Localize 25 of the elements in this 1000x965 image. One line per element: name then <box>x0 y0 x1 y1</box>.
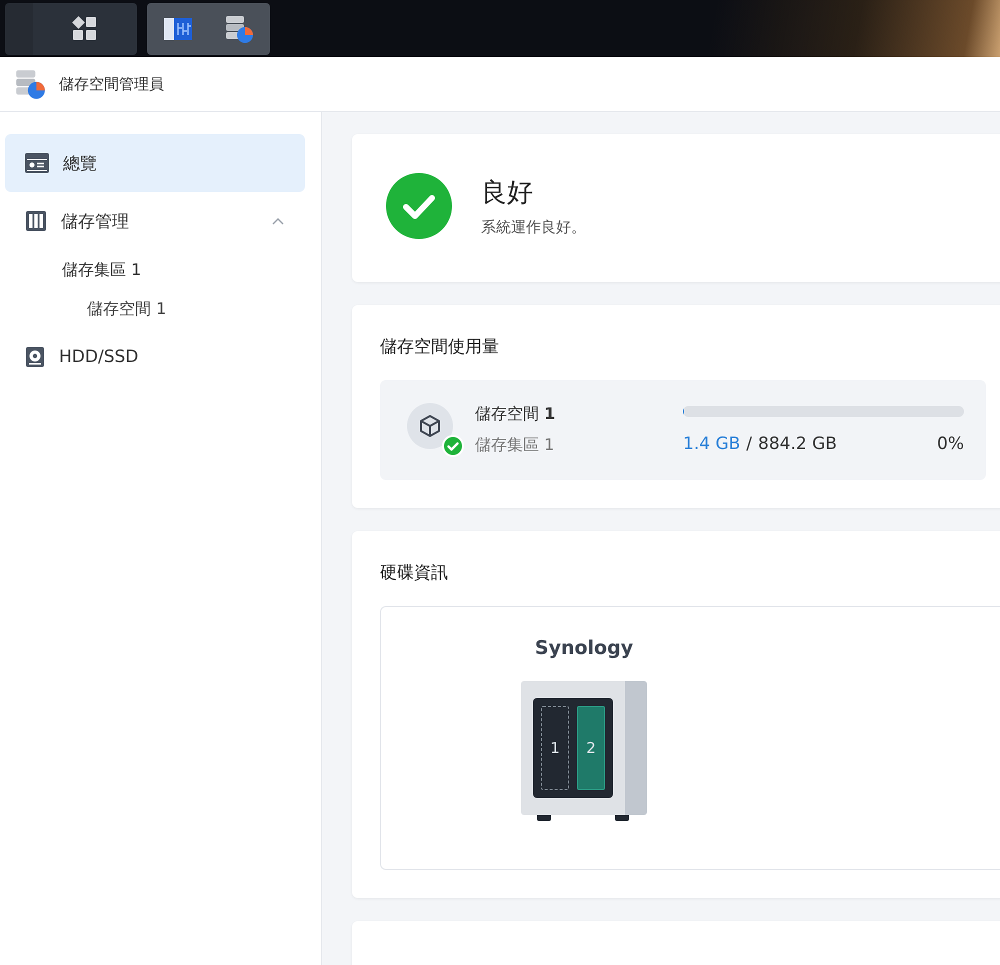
sidebar-item[interactable]: 總覽 <box>5 134 305 192</box>
size-separator: / <box>746 434 752 454</box>
sidebar-item[interactable]: 儲存空間 1 <box>5 290 305 328</box>
database-pie-icon <box>13 67 47 101</box>
drive-bay[interactable]: 2 <box>577 706 605 790</box>
usage-percent: 0% <box>937 434 964 454</box>
columns-icon <box>25 210 47 232</box>
database-pie-icon <box>223 14 256 44</box>
main-menu-button[interactable] <box>5 2 137 54</box>
section-title: 儲存空間使用量 <box>380 336 500 358</box>
sidebar-item[interactable]: 儲存集區 1 <box>5 250 305 290</box>
pool-name: 儲存集區 1 <box>475 435 556 456</box>
empty-bay[interactable]: 1 <box>541 706 569 790</box>
total-size: 884.2 GB <box>758 434 837 454</box>
window-title: 儲存空間管理員 <box>59 74 164 94</box>
status-message: 系統運作良好。 <box>481 218 586 237</box>
volume-name: 儲存空間 1 <box>475 404 556 425</box>
used-size: 1.4 GB <box>683 434 740 454</box>
grid-icon <box>72 16 98 42</box>
brand-name: Synology <box>534 637 634 659</box>
sidebar-item[interactable]: HDD/SSD <box>5 328 305 386</box>
sidebar-item[interactable]: 儲存管理 <box>5 192 305 250</box>
status-title: 良好 <box>481 177 534 210</box>
section-title: 硬碟資訊 <box>380 562 449 584</box>
id-card-icon <box>25 153 49 173</box>
